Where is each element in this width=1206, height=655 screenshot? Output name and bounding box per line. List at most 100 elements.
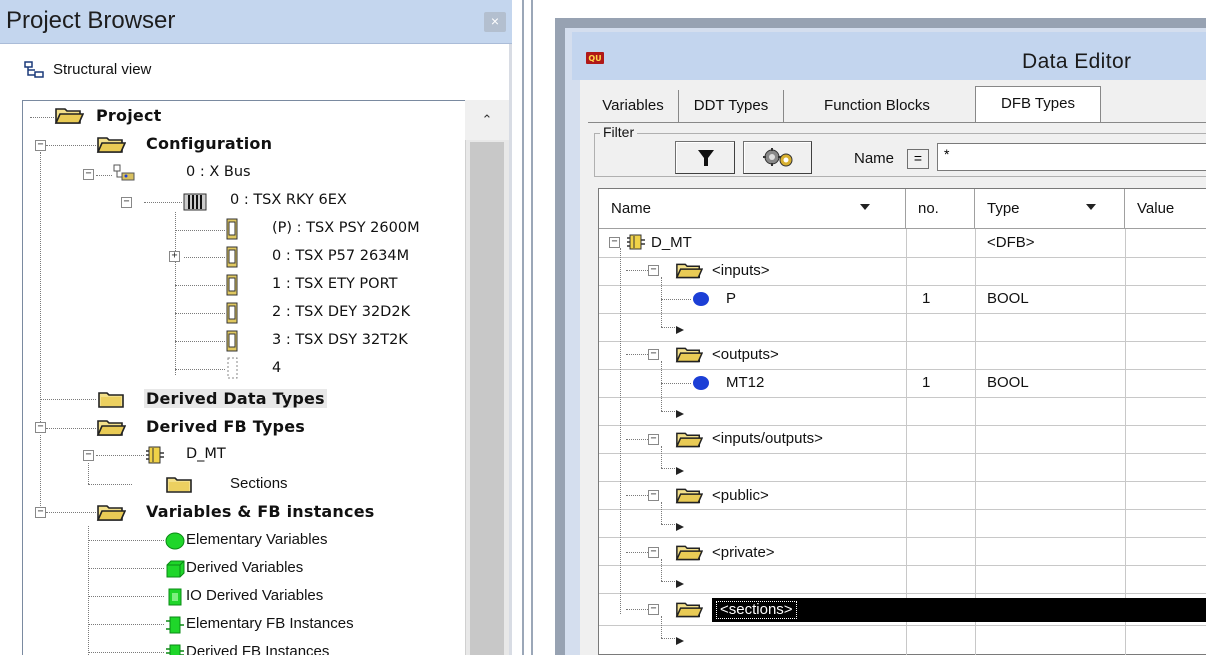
dfb-icon [144, 445, 166, 469]
collapse-toggle[interactable]: − [648, 604, 659, 615]
module-icon [225, 302, 239, 328]
folder-open-icon [675, 542, 704, 566]
collapse-toggle[interactable]: − [35, 507, 46, 518]
new-item-arrow-icon [675, 633, 685, 650]
column-header-no[interactable]: no. [906, 189, 975, 229]
column-header-name[interactable]: Name [599, 189, 906, 229]
splitter[interactable] [522, 0, 524, 655]
derived-fb-icon [164, 643, 186, 655]
cell-name-inputs[interactable]: <inputs> [712, 262, 770, 279]
tree-item-slot-2[interactable]: 2 : TSX DEY 32D2K [272, 304, 410, 320]
tree-item-elementary-variables[interactable]: Elementary Variables [186, 531, 327, 548]
cell-name-sections[interactable]: <sections> [716, 601, 797, 619]
collapse-toggle[interactable]: − [35, 140, 46, 151]
app-icon: QU [585, 49, 605, 71]
scroll-up-arrow-icon[interactable]: ⌃ [465, 100, 509, 140]
tree-item-derived-data-types[interactable]: Derived Data Types [144, 389, 327, 408]
tree-item-rack[interactable]: 0 : TSX RKY 6EX [230, 192, 347, 208]
gears-icon [760, 145, 798, 175]
tree-item-derived-fb-instances[interactable]: Derived FB Instances [186, 643, 329, 655]
splitter[interactable] [531, 0, 533, 655]
new-item-arrow-icon [675, 519, 685, 536]
new-item-arrow-icon [675, 322, 685, 339]
io-derived-variable-icon [164, 587, 186, 611]
collapse-toggle[interactable]: − [83, 450, 94, 461]
equals-operator-button[interactable]: = [907, 149, 929, 169]
data-grid [598, 188, 1206, 655]
cell-type-d-mt[interactable]: <DFB> [987, 234, 1035, 251]
tree-item-sections[interactable]: Sections [230, 475, 288, 492]
close-button[interactable]: × [484, 12, 506, 32]
module-icon [225, 274, 239, 300]
cell-name-p[interactable]: P [726, 290, 736, 307]
cell-no-p[interactable]: 1 [922, 290, 930, 307]
expand-toggle[interactable]: + [169, 251, 180, 262]
name-filter-label: Name [854, 150, 895, 167]
structural-view-label: Structural view [53, 61, 152, 78]
tab-variables[interactable]: Variables [588, 90, 679, 122]
collapse-toggle[interactable]: − [648, 265, 659, 276]
new-item-arrow-icon [675, 463, 685, 480]
variable-dot-icon [691, 290, 711, 312]
tree-item-slot-3[interactable]: 3 : TSX DSY 32T2K [272, 332, 408, 348]
tree-item-slot-4[interactable]: 4 [272, 360, 281, 376]
tree-item-variables-fb-instances[interactable]: Variables & FB instances [146, 502, 374, 521]
cell-name-mt12[interactable]: MT12 [726, 374, 764, 391]
column-value-label: Value [1137, 200, 1175, 217]
cell-name-d-mt[interactable]: D_MT [651, 234, 692, 251]
tab-function-blocks[interactable]: Function Blocks [784, 90, 970, 122]
dfb-icon [625, 233, 647, 255]
cell-name-outputs[interactable]: <outputs> [712, 346, 779, 363]
folder-open-icon [96, 417, 127, 441]
filter-settings-button[interactable] [743, 141, 812, 174]
bus-icon [112, 163, 136, 187]
tree-item-configuration[interactable]: Configuration [146, 134, 272, 153]
collapse-toggle[interactable]: − [121, 197, 132, 208]
tree-item-slot-p[interactable]: (P) : TSX PSY 2600M [272, 220, 420, 236]
tree-item-derived-variables[interactable]: Derived Variables [186, 559, 303, 576]
tree-item-slot-1[interactable]: 1 : TSX ETY PORT [272, 276, 397, 292]
tree-item-elementary-fb-instances[interactable]: Elementary FB Instances [186, 615, 354, 632]
collapse-toggle[interactable]: − [35, 422, 46, 433]
collapse-toggle[interactable]: − [648, 434, 659, 445]
scrollbar-thumb[interactable] [470, 142, 504, 655]
tree-item-xbus[interactable]: 0 : X Bus [186, 164, 251, 180]
tab-ddt-types[interactable]: DDT Types [679, 90, 784, 122]
selected-row-highlight [906, 598, 1206, 622]
collapse-toggle[interactable]: − [648, 349, 659, 360]
structural-view-icon [24, 61, 46, 83]
name-filter-input[interactable]: * [937, 143, 1206, 171]
collapse-toggle[interactable]: − [648, 490, 659, 501]
module-icon [225, 218, 239, 244]
tree-item-d-mt[interactable]: D_MT [186, 446, 226, 462]
column-header-value[interactable]: Value [1125, 189, 1206, 229]
derived-variable-icon [164, 559, 186, 583]
filter-button[interactable] [675, 141, 735, 174]
cell-name-public[interactable]: <public> [712, 487, 769, 504]
folder-open-icon [675, 260, 704, 284]
cell-no-mt12[interactable]: 1 [922, 374, 930, 391]
cell-type-mt12[interactable]: BOOL [987, 374, 1029, 391]
collapse-toggle[interactable]: − [648, 547, 659, 558]
cell-type-p[interactable]: BOOL [987, 290, 1029, 307]
column-header-type[interactable]: Type [975, 189, 1125, 229]
funnel-icon [697, 148, 715, 172]
folder-open-icon [54, 105, 85, 129]
folder-icon [164, 474, 194, 498]
tree-item-project[interactable]: Project [96, 106, 161, 125]
tree-item-derived-fb-types[interactable]: Derived FB Types [146, 417, 305, 436]
sort-arrow-icon [1086, 204, 1096, 210]
svg-text:QU: QU [588, 54, 601, 63]
collapse-toggle[interactable]: − [83, 169, 94, 180]
cell-name-inouts[interactable]: <inputs/outputs> [712, 430, 823, 447]
tab-dfb-types[interactable]: DFB Types [975, 88, 1101, 120]
tree-item-io-derived-variables[interactable]: IO Derived Variables [186, 587, 323, 604]
folder-open-icon [675, 485, 704, 509]
tree-item-slot-0[interactable]: 0 : TSX P57 2634M [272, 248, 409, 264]
rack-icon [182, 192, 208, 216]
elementary-fb-icon [164, 615, 186, 639]
column-no-label: no. [918, 200, 939, 217]
new-item-arrow-icon [675, 406, 685, 423]
cell-name-private[interactable]: <private> [712, 544, 775, 561]
collapse-toggle[interactable]: − [609, 237, 620, 248]
